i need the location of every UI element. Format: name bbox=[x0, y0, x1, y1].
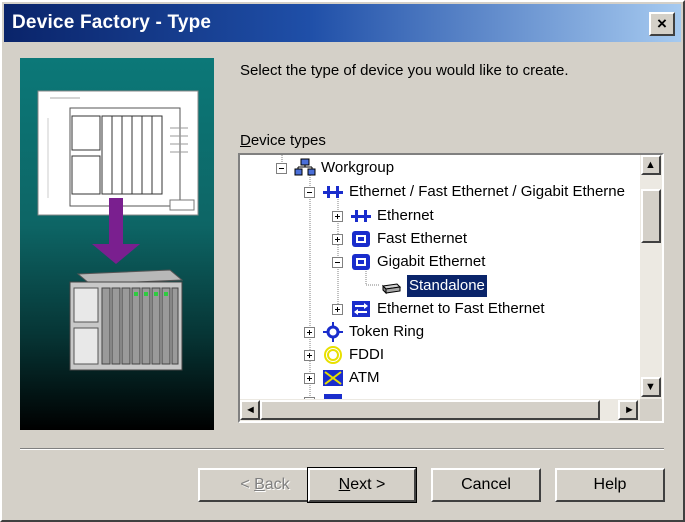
wizard-graphic bbox=[37, 90, 199, 371]
tree-item-ethernet-to-fast-ethernet[interactable]: Ethernet to Fast Ethernet bbox=[332, 298, 545, 320]
tree-item-label: FDDI bbox=[349, 346, 384, 363]
tree-item-standalone[interactable]: Standalone bbox=[380, 274, 488, 298]
close-button[interactable]: × bbox=[649, 12, 675, 36]
chassis-device-image bbox=[69, 269, 184, 371]
arrow-right-icon: ► bbox=[624, 404, 635, 416]
tree-item-label: Gigabit Ethernet bbox=[377, 253, 486, 270]
arrow-left-icon: ◄ bbox=[245, 404, 256, 416]
expand-icon[interactable] bbox=[332, 303, 343, 315]
tree-item-fddi[interactable]: FDDI bbox=[304, 344, 384, 366]
fddi-icon bbox=[324, 346, 342, 364]
device-types-hotkey: D bbox=[240, 132, 251, 149]
instruction-text: Select the type of device you would like… bbox=[240, 62, 569, 79]
blueprint-drawing bbox=[37, 90, 199, 216]
back-button-rest: ack bbox=[264, 476, 290, 493]
arrow-down-icon: ▼ bbox=[645, 381, 656, 393]
tree-item-label: ATM bbox=[349, 369, 380, 386]
tree-item-label: Ethernet to Fast Ethernet bbox=[377, 300, 545, 317]
collapse-icon[interactable] bbox=[276, 162, 287, 174]
scroll-down-button[interactable]: ▼ bbox=[641, 377, 661, 397]
ethernet-icon bbox=[351, 210, 371, 222]
atm-icon bbox=[323, 370, 343, 386]
horizontal-scroll-thumb[interactable] bbox=[260, 400, 600, 420]
vertical-scrollbar[interactable]: ▲ ▼ bbox=[640, 155, 662, 401]
tree-item-gigabit-ethernet[interactable]: Gigabit Ethernet bbox=[332, 251, 485, 273]
back-button-prefix: < bbox=[240, 476, 255, 493]
collapse-icon[interactable] bbox=[332, 256, 343, 268]
vertical-scroll-thumb[interactable] bbox=[641, 189, 661, 243]
next-button-rest: ext > bbox=[350, 476, 386, 493]
back-hotkey: B bbox=[254, 476, 265, 493]
expand-icon[interactable] bbox=[332, 210, 343, 222]
tree-item-label: Ethernet bbox=[377, 207, 434, 224]
token-ring-icon bbox=[323, 322, 343, 342]
arrow-up-icon: ▲ bbox=[645, 159, 656, 171]
expand-icon[interactable] bbox=[304, 349, 315, 361]
close-icon: × bbox=[657, 14, 667, 33]
tree-item-token-ring[interactable]: Token Ring bbox=[304, 321, 424, 343]
tree-item-label: Token Ring bbox=[349, 323, 425, 340]
device-types-tree[interactable]: Workgroup Ethernet / Fast Ethernet / Gig… bbox=[238, 153, 664, 423]
tree-item-workgroup[interactable]: Workgroup bbox=[276, 157, 394, 179]
ethernet-icon bbox=[323, 186, 343, 198]
tree-item-label: Ethernet / Fast Ethernet / Gigabit Ether… bbox=[349, 183, 625, 200]
scroll-up-button[interactable]: ▲ bbox=[641, 155, 661, 175]
tree-item-fast-ethernet[interactable]: Fast Ethernet bbox=[332, 228, 467, 250]
tree-viewport: Workgroup Ethernet / Fast Ethernet / Gig… bbox=[240, 155, 640, 401]
expand-icon[interactable] bbox=[332, 233, 343, 245]
wizard-illustration bbox=[20, 58, 214, 430]
expand-icon[interactable] bbox=[304, 372, 315, 384]
tree-item-label: Fast Ethernet bbox=[377, 230, 468, 247]
scroll-right-button[interactable]: ► bbox=[618, 400, 638, 420]
tree-item-atm[interactable]: ATM bbox=[304, 367, 380, 389]
tree-item-ethernet-family[interactable]: Ethernet / Fast Ethernet / Gigabit Ether… bbox=[304, 181, 625, 203]
tree-item-label-selected: Standalone bbox=[406, 274, 488, 298]
cancel-button[interactable]: Cancel bbox=[431, 468, 541, 502]
next-button[interactable]: Next > bbox=[307, 467, 417, 503]
tree-item-label: Workgroup bbox=[321, 159, 395, 176]
tree-item-ethernet[interactable]: Ethernet bbox=[332, 205, 434, 227]
help-button[interactable]: Help bbox=[555, 468, 665, 502]
device-types-label-rest: evice types bbox=[250, 132, 326, 149]
next-hotkey: N bbox=[338, 476, 351, 493]
button-separator bbox=[20, 448, 664, 450]
window-title: Device Factory - Type bbox=[12, 12, 212, 33]
standalone-device-icon bbox=[381, 283, 402, 295]
scrollbar-corner bbox=[640, 399, 662, 421]
horizontal-scrollbar[interactable]: ◄ ► bbox=[240, 399, 640, 421]
workgroup-icon bbox=[294, 158, 316, 176]
device-types-label: Device types bbox=[240, 132, 326, 149]
collapse-icon[interactable] bbox=[304, 186, 315, 198]
scroll-left-button[interactable]: ◄ bbox=[240, 400, 260, 420]
fast-ethernet-icon bbox=[352, 231, 370, 247]
title-bar[interactable]: Device Factory - Type × bbox=[4, 4, 681, 42]
gigabit-ethernet-icon bbox=[352, 254, 370, 270]
ethernet-bridge-icon bbox=[352, 301, 370, 317]
expand-icon[interactable] bbox=[304, 326, 315, 338]
